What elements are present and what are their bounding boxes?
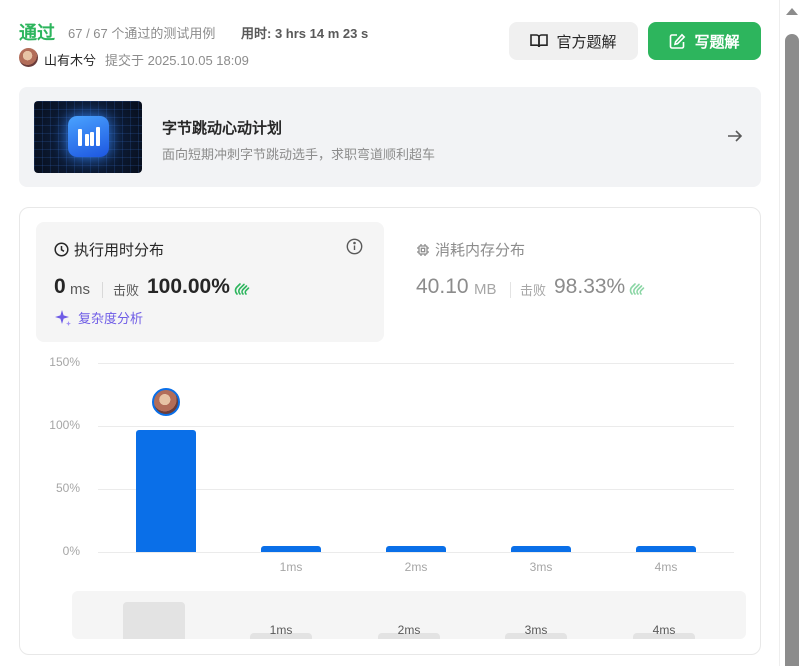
total-time-label: 用时: [241,26,272,41]
sparkle-icon [55,309,71,326]
complexity-analysis-label: 复杂度分析 [78,311,144,326]
arrow-right-icon[interactable] [726,127,744,145]
promo-banner-title: 字节跳动心动计划 [162,120,283,137]
scroll-up-arrow-icon[interactable] [786,8,798,15]
x-axis-tick-label: 2ms [404,560,428,574]
memory-beat-value: 98.33% [554,275,626,298]
test-cases-count: 67 / 67 个通过的测试用例 [68,26,216,41]
book-icon [530,34,549,48]
mini-chart-label: 3ms [524,623,548,637]
runtime-overview-slider[interactable]: 1ms 2ms 3ms 4ms [72,591,746,639]
write-solution-label: 写题解 [694,33,740,51]
memory-value: 40.10 [416,275,469,298]
x-axis-tick-label: 3ms [529,560,553,574]
status-label: 通过 [19,23,55,43]
runtime-title-label: 执行用时分布 [74,242,165,259]
runtime-unit: ms [70,281,90,298]
chart-bar-2ms[interactable] [386,545,446,552]
write-solution-button[interactable]: 写题解 [648,22,761,60]
scrollbar[interactable] [779,0,803,666]
memory-tab[interactable]: 消耗内存分布 [416,239,525,260]
chip-icon [417,243,429,256]
author-avatar[interactable] [19,48,38,67]
x-axis-tick-label: 4ms [654,560,678,574]
divider [510,282,511,298]
mini-chart-label: 4ms [652,623,676,637]
y-axis-tick-label: 150% [49,355,80,369]
chart-bar-3ms[interactable] [511,545,571,552]
y-axis-tick-label: 100% [49,418,80,432]
chart-bar-4ms[interactable] [636,545,696,552]
mini-chart-label: 2ms [397,623,421,637]
submitted-time: 提交于 2025.10.05 18:09 [105,53,249,68]
chart-bar-0ms[interactable] [136,429,196,552]
mini-chart-label: 1ms [269,623,293,637]
runtime-title: 执行用时分布 [54,239,164,260]
promo-banner[interactable]: 字节跳动心动计划 面向短期冲刺字节跳动选手，求职弯道顺利超车 [19,87,761,187]
official-solution-button[interactable]: 官方题解 [509,22,638,60]
memory-unit: MB [474,281,497,298]
y-axis-tick-label: 50% [55,481,80,495]
divider [102,282,103,298]
gridline [98,552,734,553]
runtime-distribution-chart: 0% 50% 100% 150% 1ms 2ms 3ms 4ms [20,348,762,574]
runtime-value: 0 [54,275,66,298]
gridline [98,363,734,364]
mini-chart-bar [123,602,185,639]
my-position-avatar[interactable] [152,387,180,416]
submission-page: 通过 67 / 67 个通过的测试用例 用时: 3 hrs 14 m 23 s … [0,0,803,666]
clap-hands-icon [629,283,645,295]
runtime-card[interactable]: 执行用时分布 0 ms 击败 100.00% 复杂度分析 [36,222,384,342]
performance-panel: 执行用时分布 0 ms 击败 100.00% 复杂度分析 消耗内存分布 40.1… [19,207,761,655]
clap-hands-icon [234,283,250,295]
gridline [98,426,734,427]
runtime-beat-label: 击败 [113,283,140,298]
promo-banner-image [34,101,142,173]
x-axis-tick-label: 1ms [279,560,303,574]
total-time-value: 3 hrs 14 m 23 s [274,26,369,41]
chart-bar-1ms[interactable] [261,545,321,552]
total-time: 用时: 3 hrs 14 m 23 s [241,23,368,42]
official-solution-label: 官方题解 [556,33,617,51]
promo-banner-description: 面向短期冲刺字节跳动选手，求职弯道顺利超车 [162,147,436,162]
runtime-beat-value: 100.00% [147,275,230,298]
clock-icon [54,242,69,257]
author-name[interactable]: 山有木兮 [44,50,96,69]
memory-beat-label: 击败 [520,283,547,298]
y-axis-tick-label: 0% [62,544,80,558]
scrollbar-thumb[interactable] [785,34,799,666]
memory-title: 消耗内存分布 [435,242,526,259]
bytedance-logo-icon [68,116,109,157]
info-icon[interactable] [346,238,363,255]
edit-icon [670,33,686,49]
complexity-analysis-link[interactable]: 复杂度分析 [54,308,143,327]
